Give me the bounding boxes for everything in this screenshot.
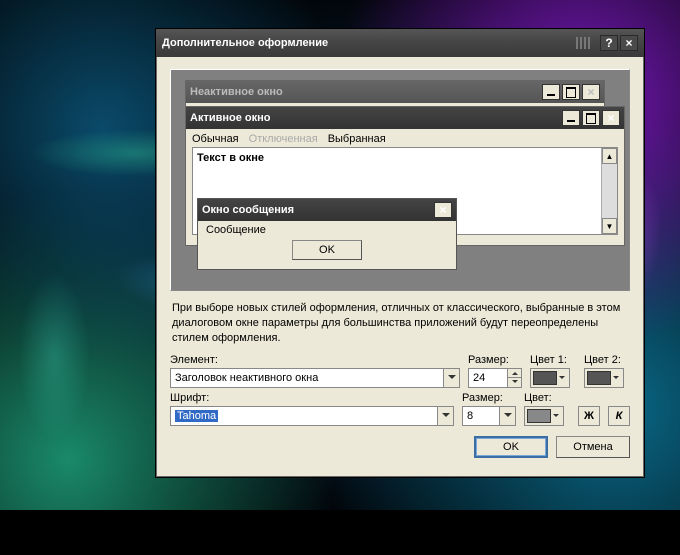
size-value: 24 <box>473 372 485 384</box>
bold-button[interactable]: Ж <box>578 406 600 426</box>
preview-pane: Неактивное окно × Активное окно × Обычна… <box>170 69 630 291</box>
maximize-icon <box>562 84 580 100</box>
tab-selected: Выбранная <box>328 133 386 145</box>
tab-disabled: Отключенная <box>249 133 318 145</box>
size-spinner[interactable]: 24 <box>468 368 522 388</box>
close-button[interactable]: × <box>620 35 638 51</box>
scroll-up-icon[interactable]: ▲ <box>602 148 617 164</box>
tab-normal: Обычная <box>192 133 239 145</box>
chevron-down-icon <box>611 373 621 382</box>
color1-button[interactable] <box>530 368 570 388</box>
dialog-titlebar[interactable]: Дополнительное оформление ? × <box>156 29 644 57</box>
scroll-down-icon[interactable]: ▼ <box>602 218 617 234</box>
font-label: Шрифт: <box>170 392 454 404</box>
fcolor-button[interactable] <box>524 406 564 426</box>
fcolor-swatch <box>527 409 551 423</box>
color2-label: Цвет 2: <box>584 354 630 366</box>
close-icon: × <box>602 110 620 126</box>
fsize-label: Размер: <box>462 392 516 404</box>
msgbox-ok-button[interactable]: OK <box>292 240 362 260</box>
ok-button[interactable]: OK <box>474 436 548 458</box>
maximize-icon <box>582 110 600 126</box>
element-combo[interactable]: Заголовок неактивного окна <box>170 368 460 388</box>
minimize-icon <box>562 110 580 126</box>
fcolor-label: Цвет: <box>524 392 570 404</box>
help-button[interactable]: ? <box>600 35 618 51</box>
info-text: При выборе новых стилей оформления, отли… <box>172 301 628 346</box>
msgbox-title: Окно сообщения <box>202 204 294 216</box>
minimize-icon <box>542 84 560 100</box>
font-value: Tahoma <box>175 410 218 422</box>
close-icon: × <box>434 202 452 218</box>
chevron-down-icon <box>557 373 567 382</box>
size-label: Размер: <box>468 354 522 366</box>
spin-up-icon[interactable] <box>507 369 521 379</box>
color1-label: Цвет 1: <box>530 354 576 366</box>
dialog-title: Дополнительное оформление <box>162 37 328 49</box>
element-value: Заголовок неактивного окна <box>175 372 318 384</box>
active-window-title: Активное окно <box>190 112 271 124</box>
fsize-value: 8 <box>467 410 473 422</box>
close-icon: × <box>582 84 600 100</box>
scrollbar[interactable]: ▲ ▼ <box>601 148 617 234</box>
cancel-button[interactable]: Отмена <box>556 436 630 458</box>
textbox-content: Текст в окне <box>197 152 264 164</box>
preview-tabs: Обычная Отключенная Выбранная <box>186 129 624 147</box>
italic-button[interactable]: К <box>608 406 630 426</box>
appearance-dialog: Дополнительное оформление ? × Неактивное… <box>155 28 645 478</box>
font-combo[interactable]: Tahoma <box>170 406 454 426</box>
titlebar-grip <box>568 37 598 49</box>
element-label: Элемент: <box>170 354 460 366</box>
color1-swatch <box>533 371 557 385</box>
chevron-down-icon <box>551 411 561 420</box>
inactive-window-title: Неактивное окно <box>190 86 283 98</box>
chevron-down-icon <box>437 407 453 425</box>
color2-swatch <box>587 371 611 385</box>
msgbox-text: Сообщение <box>206 224 266 236</box>
chevron-down-icon <box>499 407 515 425</box>
chevron-down-icon <box>443 369 459 387</box>
spin-down-icon[interactable] <box>507 378 521 387</box>
messagebox-preview[interactable]: Окно сообщения × Сообщение OK <box>197 198 457 270</box>
color2-button[interactable] <box>584 368 624 388</box>
fsize-combo[interactable]: 8 <box>462 406 516 426</box>
